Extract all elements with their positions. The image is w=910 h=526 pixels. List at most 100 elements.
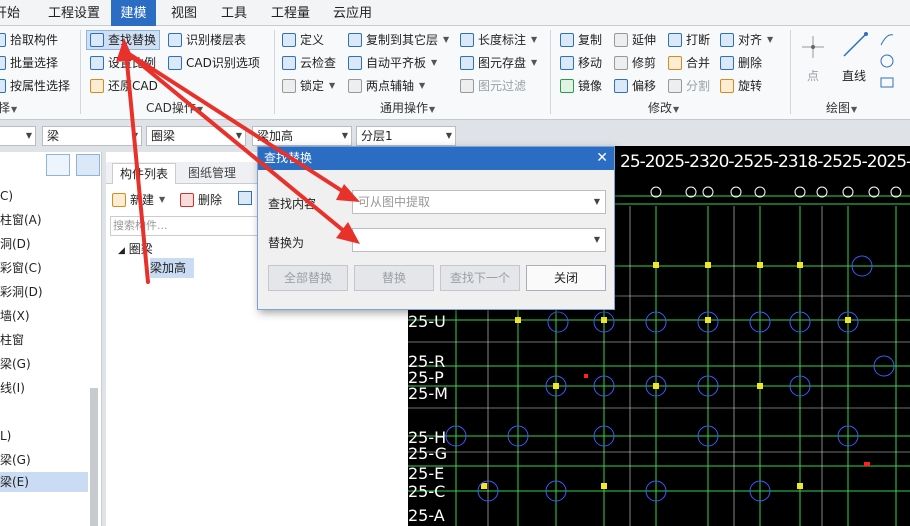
tab-quantities[interactable]: 工程量 [271,0,315,26]
dimension-icon [460,33,474,47]
grid-view-icon[interactable] [76,154,100,176]
element-save-button[interactable]: 图元存盘 ▼ [460,53,537,73]
find-replace-icon [90,33,104,47]
point-tool-icon[interactable] [798,32,828,62]
lock-button[interactable]: 锁定 ▼ [282,76,335,96]
point-tool-label[interactable]: 点 [807,66,819,86]
component-name-select[interactable]: 梁加高 ▼ [252,126,352,146]
nav-item[interactable]: 墙(X) [0,306,88,326]
select-by-attribute-button[interactable]: 按属性选择 [0,76,70,96]
copy-component-icon[interactable] [238,191,252,205]
replace-button[interactable]: 替换 [354,265,434,291]
restore-cad-button[interactable]: 还原CAD [90,76,158,96]
component-search-input[interactable]: 搜索构件... [110,216,258,236]
find-next-button[interactable]: 查找下一个 [440,265,520,291]
replace-all-button[interactable]: 全部替换 [268,265,348,291]
copy-floor-icon [348,33,362,47]
replace-input[interactable]: ▼ [352,228,606,252]
nav-item[interactable]: 洞(D) [0,234,88,254]
component-nav-pane: C) 柱窗(A) 洞(D) 彩窗(C) 彩洞(D) 墙(X) 柱窗 梁(G) 线… [0,152,102,526]
delete-button[interactable]: 删除 [720,53,762,73]
filter-icon [460,79,474,93]
list-view-icon[interactable] [46,154,70,176]
find-input[interactable]: 可从图中提取 ▼ [352,190,606,214]
cad-recognition-options-button[interactable]: CAD识别选项 [168,53,260,73]
new-component-button[interactable]: 新建 ▼ [112,190,165,210]
find-label: 查找内容 [268,197,317,211]
delete-icon [180,193,194,207]
draw-shape-icons[interactable] [878,30,896,90]
new-icon [112,193,126,207]
nav-item[interactable]: 线(I) [0,378,88,398]
trim-icon [614,56,628,70]
offset-button[interactable]: 偏移 [614,76,656,96]
cursor-icon [0,33,6,47]
cad-top-dimension-text: 25-2025-2320-2525-2318-2525-2025-2325-3 [620,152,910,172]
dialog-titlebar[interactable]: 查找替换 ✕ [258,147,614,170]
close-button[interactable]: 关闭 [526,265,606,291]
trim-button[interactable]: 修剪 [614,53,656,73]
extend-button[interactable]: 延伸 [614,30,656,50]
split-button[interactable]: 分割 [668,76,710,96]
nav-item[interactable]: 梁(G) [0,354,88,374]
nav-item[interactable]: 梁(G) [0,450,88,470]
move-icon [560,56,574,70]
nav-item[interactable]: 彩窗(C) [0,258,88,278]
close-icon[interactable]: ✕ [596,147,608,170]
align-button[interactable]: 对齐 ▼ [720,30,773,50]
nav-item[interactable]: C) [0,186,88,206]
tab-component-list[interactable]: 构件列表 [112,163,176,184]
divider [550,30,551,114]
set-scale-button[interactable]: 设置比例 [90,53,156,73]
delete-component-button[interactable]: 删除 [180,190,222,210]
tab-start[interactable]: 开始 [0,0,28,26]
offset-icon [614,79,628,93]
tab-modeling[interactable]: 建模 [111,0,156,26]
layer-select[interactable]: 分层1 ▼ [356,126,456,146]
batch-select-button[interactable]: 批量选择 [0,53,58,73]
break-button[interactable]: 打断 [668,30,710,50]
merge-icon [668,56,682,70]
copy-icon [560,33,574,47]
define-icon [282,33,296,47]
nav-item[interactable]: L) [0,426,88,446]
two-point-axis-button[interactable]: 两点辅轴 ▼ [348,76,425,96]
line-tool-label[interactable]: 直线 [842,66,866,86]
nav-item-selected[interactable]: 梁(E) [0,472,88,492]
line-tool-icon[interactable] [840,30,870,60]
component-subtype-select[interactable]: 圈梁 ▼ [146,126,246,146]
tree-root[interactable]: ◢ 圈梁 [118,240,153,257]
axis-label: 25-U [408,312,446,331]
tab-project-settings[interactable]: 工程设置 [48,0,104,26]
merge-button[interactable]: 合并 [668,53,710,73]
tab-cloud[interactable]: 云应用 [333,0,377,26]
length-dimension-button[interactable]: 长度标注 ▼ [460,30,537,50]
nav-item[interactable]: 柱窗 [0,330,88,350]
move-button[interactable]: 移动 [560,53,602,73]
find-replace-button[interactable]: 查找替换 [86,30,161,50]
nav-item[interactable]: 彩洞(D) [0,282,88,302]
batch-icon [0,56,6,70]
identify-floor-table-button[interactable]: 识别楼层表 [168,30,246,50]
tree-item-selected[interactable]: 梁加高 [150,258,194,278]
rotate-button[interactable]: 旋转 [720,76,762,96]
tab-tools[interactable]: 工具 [221,0,251,26]
copy-button[interactable]: 复制 [560,30,602,50]
define-button[interactable]: 定义 [282,30,324,50]
scale-icon [90,56,104,70]
axis-label: 25-M [408,384,448,403]
divider [80,30,81,114]
component-type-select[interactable]: 梁 ▼ [42,126,142,146]
auto-level-slab-button[interactable]: 自动平齐板 ▼ [348,53,437,73]
selector-blank[interactable]: ▼ [0,126,36,146]
pick-component-button[interactable]: 拾取构件 [0,30,58,50]
axis-label: 25-E [408,464,445,483]
tab-view[interactable]: 视图 [171,0,201,26]
mirror-button[interactable]: 镜像 [560,76,602,96]
copy-to-other-floor-button[interactable]: 复制到其它层 ▼ [348,30,449,50]
element-filter-button[interactable]: 图元过滤 [460,76,526,96]
nav-item[interactable]: 柱窗(A) [0,210,88,230]
scrollbar[interactable] [90,388,98,526]
tab-drawing-management[interactable]: 图纸管理 [180,163,244,184]
cloud-check-button[interactable]: 云检查 [282,53,336,73]
